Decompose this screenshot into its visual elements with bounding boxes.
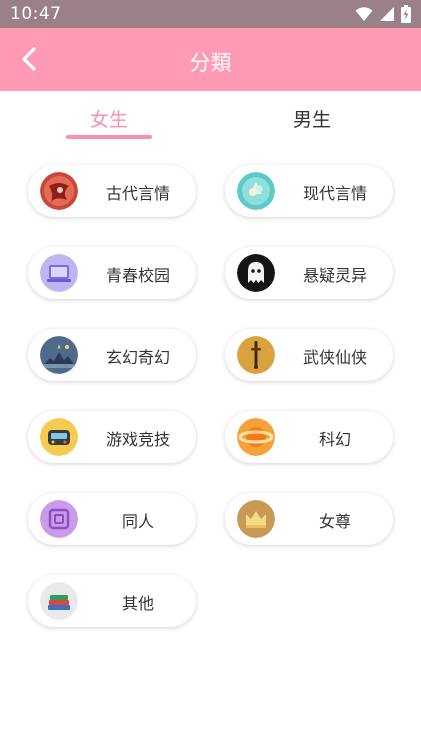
tab-female[interactable]: 女生 bbox=[29, 105, 189, 132]
category-mystery[interactable]: 悬疑灵异 bbox=[225, 247, 393, 299]
category-label: 其他 bbox=[121, 594, 154, 613]
battery-icon bbox=[401, 5, 411, 23]
fantasy-icon bbox=[40, 336, 78, 374]
category-modern-romance[interactable]: 现代言情 bbox=[225, 165, 393, 217]
modern-romance-icon bbox=[237, 172, 275, 210]
tab-indicator bbox=[66, 135, 152, 139]
ghost-icon bbox=[237, 254, 275, 292]
category-ancient-romance[interactable]: 古代言情 bbox=[28, 165, 196, 217]
planet-icon bbox=[237, 418, 275, 456]
gamepad-icon bbox=[40, 418, 78, 456]
status-icons bbox=[355, 5, 411, 23]
category-campus[interactable]: 青春校园 bbox=[28, 247, 196, 299]
category-label: 武侠仙侠 bbox=[302, 348, 367, 367]
category-label: 同人 bbox=[121, 512, 154, 531]
category-fanfic[interactable]: 同人 bbox=[28, 493, 196, 545]
status-time: 10:47 bbox=[10, 4, 62, 24]
page-title: 分類 bbox=[189, 51, 232, 75]
ancient-romance-icon bbox=[40, 172, 78, 210]
category-label: 古代言情 bbox=[105, 184, 170, 203]
wifi-icon bbox=[355, 7, 373, 21]
app-bar: 分類 bbox=[0, 28, 421, 91]
category-label: 青春校园 bbox=[105, 266, 170, 285]
category-label: 游戏竞技 bbox=[105, 430, 170, 449]
category-other[interactable]: 其他 bbox=[28, 575, 196, 627]
category-scifi[interactable]: 科幻 bbox=[225, 411, 393, 463]
category-label: 悬疑灵异 bbox=[302, 266, 367, 285]
category-label: 现代言情 bbox=[302, 184, 367, 203]
category-wuxia[interactable]: 武侠仙侠 bbox=[225, 329, 393, 381]
signal-icon bbox=[380, 7, 394, 21]
tab-male[interactable]: 男生 bbox=[232, 105, 392, 132]
category-label: 科幻 bbox=[318, 430, 351, 449]
category-fantasy[interactable]: 玄幻奇幻 bbox=[28, 329, 196, 381]
category-label: 女尊 bbox=[318, 512, 351, 531]
category-label: 玄幻奇幻 bbox=[105, 348, 170, 367]
books-icon bbox=[40, 582, 78, 620]
campus-icon bbox=[40, 254, 78, 292]
category-female-dominant[interactable]: 女尊 bbox=[225, 493, 393, 545]
status-bar: 10:47 bbox=[0, 0, 421, 28]
crown-icon bbox=[237, 500, 275, 538]
sword-icon bbox=[237, 336, 275, 374]
fanfic-icon bbox=[40, 500, 78, 538]
gender-tabs: 女生 男生 bbox=[0, 91, 421, 146]
category-games[interactable]: 游戏竞技 bbox=[28, 411, 196, 463]
